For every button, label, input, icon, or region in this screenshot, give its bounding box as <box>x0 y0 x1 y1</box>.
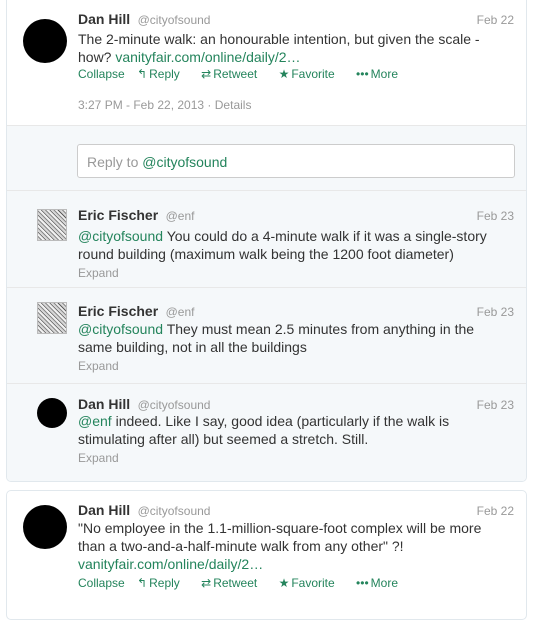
tweet-body: indeed. Like I say, good idea (particula… <box>78 413 450 447</box>
avatar[interactable] <box>37 302 67 334</box>
tweet-date[interactable]: Feb 22 <box>477 504 514 518</box>
tweet-link[interactable]: vanityfair.com/online/daily/2… <box>115 49 300 65</box>
author-handle[interactable]: @enf <box>166 305 195 319</box>
star-icon: ★ <box>278 67 290 81</box>
reply-icon: ↰ <box>137 67 148 81</box>
expand-button[interactable]: Expand <box>78 451 119 465</box>
tweet-text: "No employee in the 1.1-million-square-f… <box>78 519 498 573</box>
tweet-header: Eric Fischer @enf Feb 23 <box>78 303 514 321</box>
author-name[interactable]: Dan Hill <box>78 502 130 518</box>
reply-label: Reply <box>149 576 180 590</box>
tweet-text: @enf indeed. Like I say, good idea (part… <box>78 412 498 448</box>
tweet-link[interactable]: vanityfair.com/online/daily/2… <box>78 556 263 572</box>
avatar[interactable] <box>23 505 67 549</box>
tweet-header: Dan Hill @cityofsound Feb 22 <box>78 11 514 29</box>
reply-tweet[interactable]: Eric Fischer @enf Feb 23 @cityofsound Th… <box>7 288 526 384</box>
tweet-date[interactable]: Feb 23 <box>477 305 514 319</box>
conversation-card: Dan Hill @cityofsound Feb 22 The 2-minut… <box>6 0 527 482</box>
retweet-icon: ⇄ <box>201 67 212 81</box>
author-name[interactable]: Dan Hill <box>78 11 130 27</box>
author-handle[interactable]: @enf <box>166 209 195 223</box>
author-name[interactable]: Eric Fischer <box>78 303 158 319</box>
retweet-icon: ⇄ <box>201 576 212 590</box>
tweet-body: "No employee in the 1.1-million-square-f… <box>78 520 482 554</box>
author-name[interactable]: Eric Fischer <box>78 207 158 223</box>
favorite-button[interactable]: ★ Favorite <box>279 67 344 81</box>
retweet-label: Retweet <box>213 67 258 81</box>
author-name[interactable]: Dan Hill <box>78 396 130 412</box>
tweet-mention[interactable]: @cityofsound <box>78 321 163 337</box>
tweet-date[interactable]: Feb 23 <box>477 398 514 412</box>
tweet-header: Eric Fischer @enf Feb 23 <box>78 207 514 225</box>
tweet-meta: 3:27 PM - Feb 22, 2013 · Details <box>78 98 251 112</box>
tweet-date[interactable]: Feb 22 <box>477 13 514 27</box>
main-tweet[interactable]: Dan Hill @cityofsound Feb 22 The 2-minut… <box>7 1 526 125</box>
tweet[interactable]: Dan Hill @cityofsound Feb 22 "No employe… <box>7 491 526 619</box>
reply-tweet[interactable]: Dan Hill @cityofsound Feb 23 @enf indeed… <box>7 384 526 481</box>
tweet-text: @cityofsound They must mean 2.5 minutes … <box>78 320 498 356</box>
reply-icon: ↰ <box>137 576 148 590</box>
tweet-actions: Collapse ↰ Reply ⇄ Retweet ★ Favorite ••• Mo… <box>78 67 416 81</box>
author-handle[interactable]: @cityofsound <box>138 13 211 27</box>
meta-separator: · <box>207 98 212 112</box>
expand-button[interactable]: Expand <box>78 359 119 373</box>
reply-mention: @cityofsound <box>142 154 228 170</box>
author-handle[interactable]: @cityofsound <box>138 504 211 518</box>
tweet-timestamp: 3:27 PM - Feb 22, 2013 <box>78 98 205 112</box>
tweet-mention[interactable]: @enf <box>78 413 112 429</box>
reply-button[interactable]: ↰ Reply <box>137 576 189 590</box>
reply-button[interactable]: ↰ Reply <box>137 67 189 81</box>
tweet-text: The 2-minute walk: an honourable intenti… <box>78 30 498 66</box>
tweet-mention[interactable]: @cityofsound <box>78 228 163 244</box>
avatar[interactable] <box>23 19 67 63</box>
tweet-header: Dan Hill @cityofsound Feb 22 <box>78 502 514 520</box>
favorite-button[interactable]: ★ Favorite <box>279 576 344 590</box>
reply-tweet[interactable]: Eric Fischer @enf Feb 23 @cityofsound Yo… <box>7 191 526 288</box>
reply-area: Reply to @cityofsound <box>7 125 526 191</box>
author-handle[interactable]: @cityofsound <box>138 398 211 412</box>
details-link[interactable]: Details <box>215 98 252 112</box>
tweet-text: @cityofsound You could do a 4-minute wal… <box>78 227 498 263</box>
reply-placeholder: Reply to <box>87 154 139 170</box>
star-icon: ★ <box>278 576 290 590</box>
tweet-actions: Collapse ↰ Reply ⇄ Retweet ★ Favorite ••• Mo… <box>78 576 416 590</box>
collapse-button[interactable]: Collapse <box>78 67 125 81</box>
avatar[interactable] <box>37 398 67 428</box>
avatar[interactable] <box>37 209 67 241</box>
more-label: More <box>370 576 398 590</box>
expand-button[interactable]: Expand <box>78 266 119 280</box>
tweet-card: Dan Hill @cityofsound Feb 22 "No employe… <box>6 490 527 620</box>
more-dots-icon: ••• <box>356 576 369 590</box>
more-button[interactable]: ••• More <box>356 576 407 590</box>
retweet-label: Retweet <box>213 576 258 590</box>
collapse-button[interactable]: Collapse <box>78 576 125 590</box>
more-dots-icon: ••• <box>356 67 369 81</box>
reply-label: Reply <box>149 67 180 81</box>
reply-input[interactable]: Reply to @cityofsound <box>77 144 515 178</box>
tweet-date[interactable]: Feb 23 <box>477 209 514 223</box>
favorite-label: Favorite <box>291 576 335 590</box>
retweet-button[interactable]: ⇄ Retweet <box>201 576 266 590</box>
retweet-button[interactable]: ⇄ Retweet <box>201 67 266 81</box>
more-button[interactable]: ••• More <box>356 67 407 81</box>
favorite-label: Favorite <box>291 67 335 81</box>
more-label: More <box>370 67 398 81</box>
